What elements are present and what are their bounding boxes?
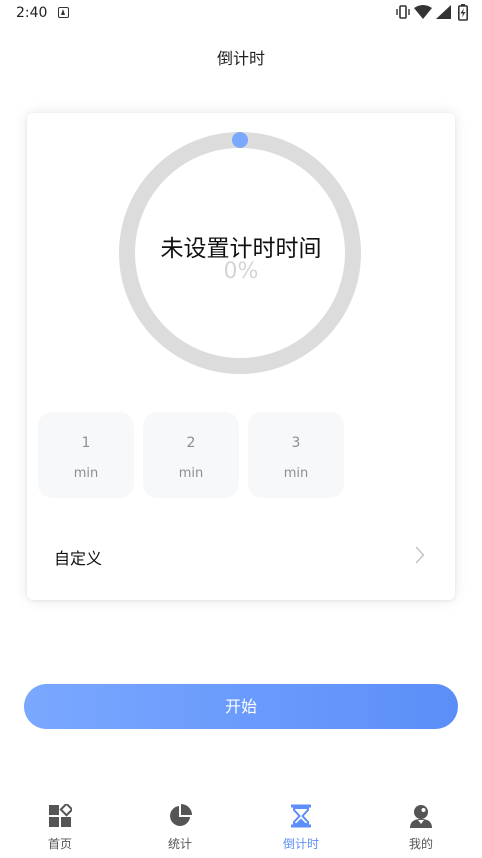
status-time: 2:40 bbox=[16, 5, 48, 21]
preset-value: 3 bbox=[291, 435, 301, 451]
chevron-right-icon bbox=[415, 546, 425, 564]
preset-2-min[interactable]: 2 min bbox=[143, 412, 239, 498]
notification-a-icon bbox=[58, 7, 69, 18]
tab-label: 统计 bbox=[167, 837, 192, 851]
bottom-tab-bar: 首页 统计 倒计时 我的 bbox=[0, 796, 482, 858]
preset-unit: min bbox=[283, 466, 309, 481]
wifi-icon bbox=[414, 5, 432, 19]
tab-label: 我的 bbox=[408, 837, 433, 851]
battery-icon bbox=[458, 4, 468, 21]
status-bar: 2:40 bbox=[0, 0, 482, 28]
timer-card: 未设置计时时间 0% 1 min 2 min 3 min 自定义 bbox=[27, 113, 455, 600]
preset-value: 2 bbox=[186, 435, 196, 451]
timer-status-text: 未设置计时时间 bbox=[160, 236, 322, 262]
custom-time-row[interactable]: 自定义 bbox=[27, 533, 455, 579]
tab-label: 倒计时 bbox=[282, 837, 319, 851]
signal-icon bbox=[436, 5, 451, 19]
preset-3-min[interactable]: 3 min bbox=[248, 412, 344, 498]
tab-countdown[interactable]: 倒计时 bbox=[241, 796, 361, 858]
page-title: 倒计时 bbox=[216, 49, 265, 68]
preset-1-min[interactable]: 1 min bbox=[38, 412, 134, 498]
preset-value: 1 bbox=[81, 435, 91, 451]
timer-percent: 0% bbox=[223, 259, 259, 284]
tab-mine[interactable]: 我的 bbox=[361, 796, 481, 858]
hourglass-icon bbox=[291, 804, 311, 828]
custom-label: 自定义 bbox=[54, 549, 103, 568]
tab-home[interactable]: 首页 bbox=[0, 796, 120, 858]
vibrate-icon bbox=[396, 5, 410, 19]
start-button[interactable]: 开始 bbox=[24, 684, 458, 729]
preset-unit: min bbox=[178, 466, 204, 481]
preset-unit: min bbox=[73, 466, 99, 481]
tab-label: 首页 bbox=[47, 837, 72, 851]
pie-chart-icon bbox=[170, 804, 192, 826]
home-grid-icon bbox=[49, 804, 72, 827]
ring-knob bbox=[232, 132, 248, 148]
tab-statistics[interactable]: 统计 bbox=[120, 796, 240, 858]
user-icon bbox=[410, 805, 432, 828]
